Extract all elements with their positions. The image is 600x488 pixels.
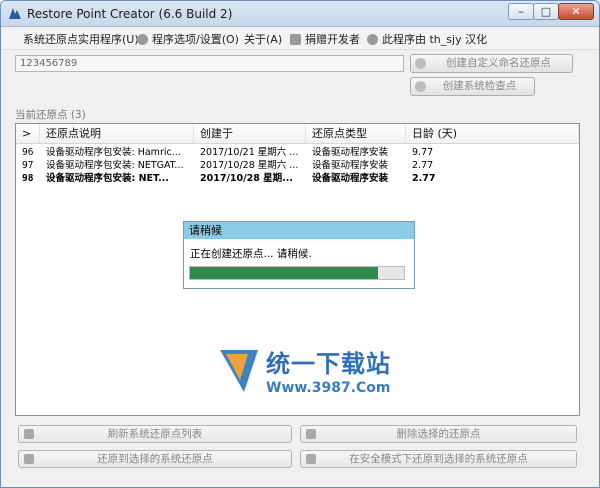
minimize-button[interactable]: – <box>508 3 534 20</box>
menu-options[interactable]: 程序选项/设置(O) <box>137 31 239 47</box>
header-created[interactable]: 创建于 <box>194 124 306 143</box>
watermark-text: 统一下载站 <box>266 350 391 378</box>
progress-fill <box>190 267 379 279</box>
create-custom-restore-point-button[interactable]: 创建自定义命名还原点 <box>410 54 573 73</box>
gear-icon <box>137 34 148 45</box>
table-row[interactable]: 98 设备驱动程序包安装: NET... 2017/10/28 星期... 设备… <box>16 172 579 185</box>
create-system-checkpoint-button[interactable]: 创建系统检查点 <box>410 77 535 96</box>
window-title: Restore Point Creator (6.6 Build 2) <box>27 7 233 21</box>
delete-selected-button[interactable]: 删除选择的还原点 <box>300 425 577 443</box>
title-bar[interactable]: Restore Point Creator (6.6 Build 2) – □ … <box>1 1 599 27</box>
menu-about[interactable]: 关于(A) <box>244 31 282 47</box>
table-row[interactable]: 97 设备驱动程序包安装: NETGAT... 2017/10/28 星期六 .… <box>16 159 579 172</box>
progress-bar <box>189 266 405 280</box>
safe-mode-icon <box>306 454 316 464</box>
dialog-title: 请稍候 <box>184 222 414 239</box>
maximize-icon: □ <box>540 5 552 18</box>
app-icon <box>9 8 21 19</box>
header-type[interactable]: 还原点类型 <box>306 124 406 143</box>
donate-icon <box>290 34 301 45</box>
restore-icon <box>24 454 34 464</box>
info-icon <box>367 34 378 45</box>
restore-points-label: 当前还原点 (3) <box>15 109 86 121</box>
refresh-icon <box>24 429 34 439</box>
trash-icon <box>306 429 316 439</box>
menu-bar: 系统还原点实用程序(U) 程序选项/设置(O) 关于(A) 捐赠开发者 此程序由… <box>1 27 599 50</box>
please-wait-dialog: 请稍候 正在创建还原点... 请稍候. <box>183 221 415 289</box>
list-header: > 还原点说明 创建于 还原点类型 日龄 (天) <box>16 124 579 144</box>
create-icon <box>415 58 426 69</box>
dialog-message: 正在创建还原点... 请稍候. <box>190 248 312 260</box>
restore-safe-mode-button[interactable]: 在安全模式下还原到选择的系统还原点 <box>300 450 577 468</box>
menu-translator[interactable]: 此程序由 th_sjy 汉化 <box>367 31 487 47</box>
close-button[interactable]: ✕ <box>558 3 594 20</box>
watermark-url: Www.3987.Com <box>266 380 391 396</box>
menu-donate[interactable]: 捐赠开发者 <box>290 31 360 47</box>
restore-selected-button[interactable]: 还原到选择的系统还原点 <box>18 450 292 468</box>
restore-point-name-input[interactable]: 123456789 <box>15 55 404 72</box>
minimize-icon: – <box>518 5 524 18</box>
header-id[interactable]: > <box>16 124 40 143</box>
app-window: Restore Point Creator (6.6 Build 2) – □ … <box>0 0 600 488</box>
menu-utilities[interactable]: 系统还原点实用程序(U) <box>23 31 139 47</box>
table-row[interactable]: 96 设备驱动程序包安装: Hamric... 2017/10/21 星期六 .… <box>16 146 579 159</box>
close-icon: ✕ <box>571 5 581 18</box>
refresh-list-button[interactable]: 刷新系统还原点列表 <box>18 425 292 443</box>
watermark-logo: 统一下载站 Www.3987.Com <box>218 342 408 407</box>
header-age[interactable]: 日龄 (天) <box>406 124 579 143</box>
watermark-logo-icon <box>220 350 258 392</box>
checkpoint-icon <box>415 81 426 92</box>
header-description[interactable]: 还原点说明 <box>40 124 194 143</box>
maximize-button[interactable]: □ <box>533 3 559 20</box>
